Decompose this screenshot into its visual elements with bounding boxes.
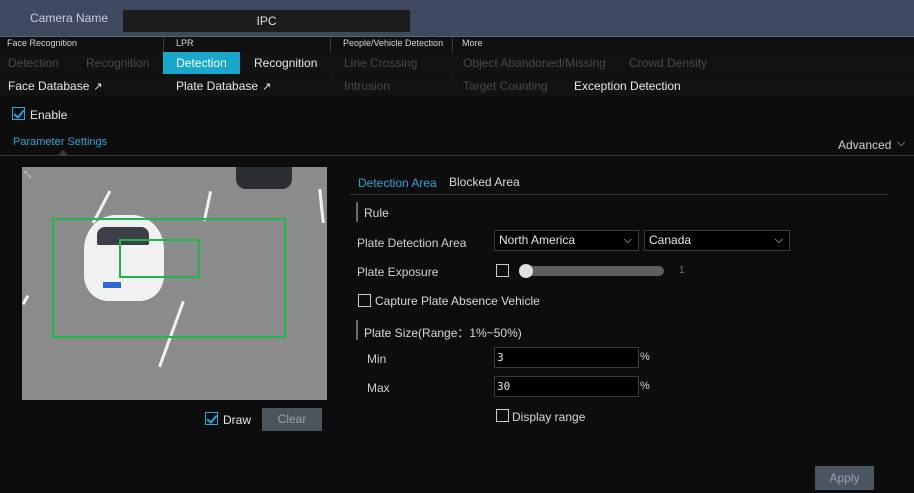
lane-marking [318,188,325,224]
display-range-label: Display range [512,410,586,424]
detection-area-box[interactable] [52,218,286,338]
vehicle-dark [236,167,292,189]
rule-section-title: Rule [364,206,389,220]
capture-absence-label: Capture Plate Absence Vehicle [375,294,540,308]
min-label: Min [367,352,387,366]
plate-exposure-checkbox[interactable] [496,264,509,277]
enable-label: Enable [30,108,68,122]
tab-face-detection[interactable]: Detection [8,52,59,74]
tab-lpr-detection[interactable]: Detection [163,52,240,74]
max-label: Max [367,381,390,395]
divider [0,155,914,156]
clear-button[interactable]: Clear [262,408,322,431]
min-unit: % [640,351,650,363]
section-marker [356,202,358,222]
camera-name-select[interactable]: IPC [123,10,410,32]
country-select-value: Canada [649,233,692,247]
lane-marking [202,191,213,221]
tab-face-recognition[interactable]: Recognition [86,52,149,74]
enable-checkbox[interactable] [12,107,25,120]
tab-plate-database[interactable]: Plate Database ↗ [176,75,271,97]
external-link-icon: ↗ [93,81,103,93]
country-select[interactable]: Canada ⌵ [644,230,790,251]
tab-line-crossing[interactable]: Line Crossing [344,52,417,74]
slider-handle[interactable] [519,264,533,278]
chevron-down-icon: ⌵ [623,234,632,246]
fullscreen-icon[interactable]: ⤡ [24,169,31,180]
external-link-icon: ↗ [262,81,272,93]
max-size-input[interactable]: 30 [494,376,639,397]
advanced-dropdown[interactable]: Advanced [838,138,891,152]
chevron-down-icon[interactable]: ⌵ [897,137,905,150]
category-row: Face Recognition LPR People/Vehicle Dete… [0,37,914,51]
tab-target-counting[interactable]: Target Counting [463,75,548,97]
apply-button[interactable]: Apply [815,466,874,490]
plate-size-title: Plate Size(Range：1%~50%) [364,326,522,340]
category-lpr: LPR [176,38,194,48]
tab-intrusion[interactable]: Intrusion [344,75,390,97]
tab-blocked-area[interactable]: Blocked Area [449,175,520,189]
tab-exception-detection[interactable]: Exception Detection [574,75,681,97]
category-more: More [462,38,483,48]
tab-crowd-density[interactable]: Crowd Density [629,52,707,74]
draw-checkbox[interactable] [205,412,218,425]
function-tabs-row-1: Detection Recognition Detection Recognit… [0,52,914,74]
video-preview[interactable]: ⤡ [22,167,327,400]
min-size-input[interactable]: 3 [494,347,639,368]
tab-face-database-label: Face Database [8,79,90,93]
plate-exposure-label: Plate Exposure [357,265,439,279]
display-range-checkbox[interactable] [496,409,509,422]
region-select-value: North America [499,233,576,247]
plate-range-box[interactable] [119,239,200,278]
tab-object-abandoned[interactable]: Object Abandoned/Missing [463,52,606,74]
plate-detection-area-label: Plate Detection Area [357,236,467,250]
category-people-vehicle: People/Vehicle Detection [343,38,444,48]
divider [350,194,888,195]
tab-face-database[interactable]: Face Database ↗ [8,75,103,97]
tab-plate-database-label: Plate Database [176,79,259,93]
function-tabs-row-2: Face Database ↗ Plate Database ↗ Intrusion… [0,75,914,97]
region-select[interactable]: North America ⌵ [494,230,639,251]
plate-exposure-slider[interactable] [521,266,664,276]
tab-parameter-settings[interactable]: Parameter Settings [13,136,107,148]
category-face-recognition: Face Recognition [7,38,78,48]
section-marker [356,320,358,340]
top-bar: Camera Name IPC [0,0,914,37]
tab-lpr-recognition[interactable]: Recognition [254,52,317,74]
tab-detection-area[interactable]: Detection Area [358,176,437,190]
max-unit: % [640,380,650,392]
lane-marking [22,294,30,306]
tab-indicator [57,150,69,156]
chevron-down-icon: ⌵ [774,234,783,246]
capture-absence-checkbox[interactable] [358,294,371,307]
camera-name-label: Camera Name [30,11,109,25]
draw-label: Draw [223,413,252,427]
plate-exposure-value: 1 [679,265,685,276]
